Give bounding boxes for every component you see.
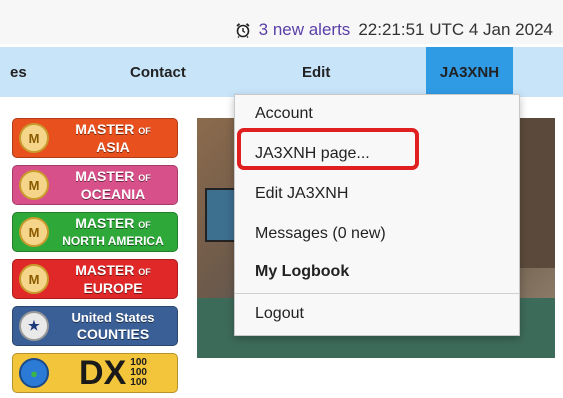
nav-item-user-menu[interactable]: JA3XNH bbox=[426, 47, 513, 97]
badge-title: MASTER bbox=[75, 262, 135, 278]
m-emblem-icon: M bbox=[19, 217, 49, 247]
alarm-clock-icon[interactable] bbox=[235, 22, 251, 38]
photo-shelf bbox=[515, 118, 555, 268]
badge-title: MASTER bbox=[75, 121, 135, 137]
alerts-link[interactable]: 3 new alerts bbox=[259, 20, 351, 40]
menu-separator bbox=[235, 293, 519, 294]
badge-region: EUROPE bbox=[83, 280, 143, 296]
badge-of: OF bbox=[138, 173, 151, 183]
clock-readout: 22:21:51 UTC 4 Jan 2024 bbox=[358, 20, 553, 39]
nav-item-contact[interactable]: Contact bbox=[130, 47, 186, 97]
m-emblem-icon: M bbox=[19, 123, 49, 153]
menu-item-account[interactable]: Account bbox=[235, 95, 519, 133]
eagle-seal-icon: ★ bbox=[19, 311, 49, 341]
badge-region: COUNTIES bbox=[76, 326, 150, 342]
badge-region: ASIA bbox=[96, 139, 130, 155]
menu-item-logout[interactable]: Logout bbox=[235, 295, 519, 333]
badge-of: OF bbox=[138, 220, 151, 230]
badge-of: OF bbox=[138, 126, 151, 136]
main-navbar: es Contact Edit JA3XNH bbox=[0, 47, 563, 97]
nav-item-partial[interactable]: es bbox=[10, 47, 27, 97]
badge-us-counties[interactable]: ★ United States COUNTIES bbox=[12, 306, 178, 346]
badge-master-asia[interactable]: M MASTER OF ASIA bbox=[12, 118, 178, 158]
badge-title: MASTER bbox=[75, 168, 135, 184]
badge-dx-100[interactable]: ● DX 100 100 100 bbox=[12, 353, 178, 393]
user-dropdown-menu: Account JA3XNH page... Edit JA3XNH Messa… bbox=[234, 94, 520, 336]
m-emblem-icon: M bbox=[19, 264, 49, 294]
badge-region: OCEANIA bbox=[80, 186, 146, 202]
badge-master-europe[interactable]: M MASTER OF EUROPE bbox=[12, 259, 178, 299]
menu-item-messages[interactable]: Messages (0 new) bbox=[235, 215, 519, 253]
badge-title: MASTER bbox=[75, 215, 135, 231]
badge-dx-numbers: 100 100 100 bbox=[130, 357, 147, 388]
badge-dx-label: DX bbox=[79, 354, 127, 392]
menu-item-logbook[interactable]: My Logbook bbox=[235, 253, 519, 291]
menu-item-edit-user[interactable]: Edit JA3XNH bbox=[235, 175, 519, 213]
badge-master-oceania[interactable]: M MASTER OF OCEANIA bbox=[12, 165, 178, 205]
m-emblem-icon: M bbox=[19, 170, 49, 200]
globe-icon: ● bbox=[19, 358, 49, 388]
menu-item-user-page[interactable]: JA3XNH page... bbox=[235, 135, 519, 173]
status-right: 3 new alerts 22:21:51 UTC 4 Jan 2024 bbox=[235, 19, 553, 41]
status-bar: 3 new alerts 22:21:51 UTC 4 Jan 2024 bbox=[0, 0, 563, 44]
nav-item-edit[interactable]: Edit bbox=[302, 47, 330, 97]
badge-region: NORTH AMERICA bbox=[62, 234, 164, 248]
badge-of: OF bbox=[138, 267, 151, 277]
badge-title: United States bbox=[71, 310, 155, 325]
badge-master-north-america[interactable]: M MASTER OF NORTH AMERICA bbox=[12, 212, 178, 252]
